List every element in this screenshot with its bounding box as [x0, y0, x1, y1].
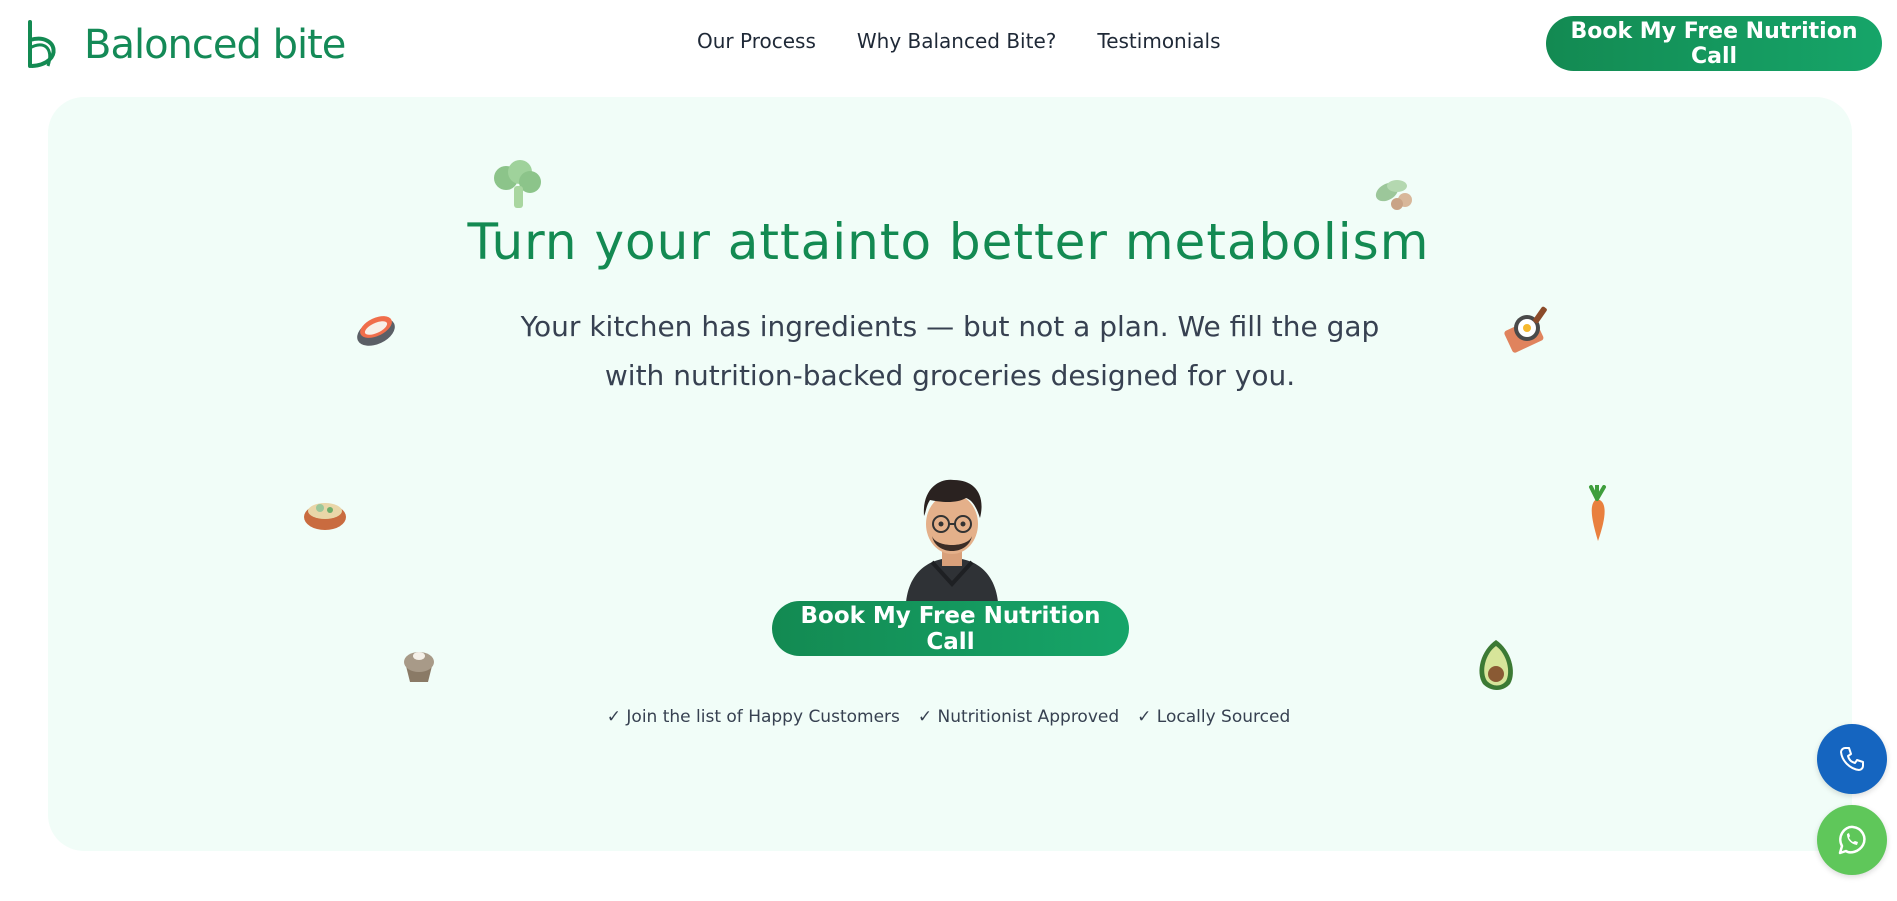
- whatsapp-fab-button[interactable]: [1817, 805, 1887, 875]
- whatsapp-icon: [1838, 825, 1866, 855]
- nav-our-process[interactable]: Our Process: [697, 29, 816, 53]
- main-nav: Our Process Why Balanced Bite? Testimoni…: [697, 29, 1221, 53]
- nav-testimonials[interactable]: Testimonials: [1097, 29, 1220, 53]
- site-header: Balonced bite Our Process Why Balanced B…: [0, 0, 1897, 90]
- fried-egg-pan-icon: [1504, 306, 1547, 353]
- sushi-icon: [357, 316, 395, 346]
- brand-name: Balonced bite: [84, 22, 346, 68]
- broccoli-icon: [494, 160, 541, 208]
- hero-subtitle: Your kitchen has ingredients — but not a…: [520, 310, 1380, 392]
- badge-locally-sourced: ✓ Locally Sourced: [1137, 707, 1291, 727]
- avocado-icon: [1479, 640, 1513, 690]
- book-call-hero-button[interactable]: Book My Free Nutrition Call: [772, 601, 1129, 656]
- brand-logo[interactable]: Balonced bite: [24, 18, 346, 72]
- call-fab-button[interactable]: [1817, 724, 1887, 794]
- book-call-header-button[interactable]: Book My Free Nutrition Call: [1546, 16, 1882, 71]
- avatar: [906, 479, 998, 602]
- hero-title: Turn your attainto better metabolism: [467, 213, 1430, 271]
- muffin-icon: [404, 652, 434, 682]
- trust-badges: ✓ Join the list of Happy Customers ✓ Nut…: [0, 707, 1897, 727]
- herbs-icon: [1375, 180, 1412, 210]
- carrot-icon: [1589, 485, 1606, 541]
- nav-why-balanced-bite[interactable]: Why Balanced Bite?: [857, 29, 1057, 53]
- logo-icon: [28, 20, 56, 68]
- salad-bowl-icon: [304, 503, 346, 530]
- badge-happy-customers: ✓ Join the list of Happy Customers: [606, 707, 900, 727]
- phone-icon: [1840, 747, 1864, 771]
- badge-nutritionist-approved: ✓ Nutritionist Approved: [917, 707, 1120, 727]
